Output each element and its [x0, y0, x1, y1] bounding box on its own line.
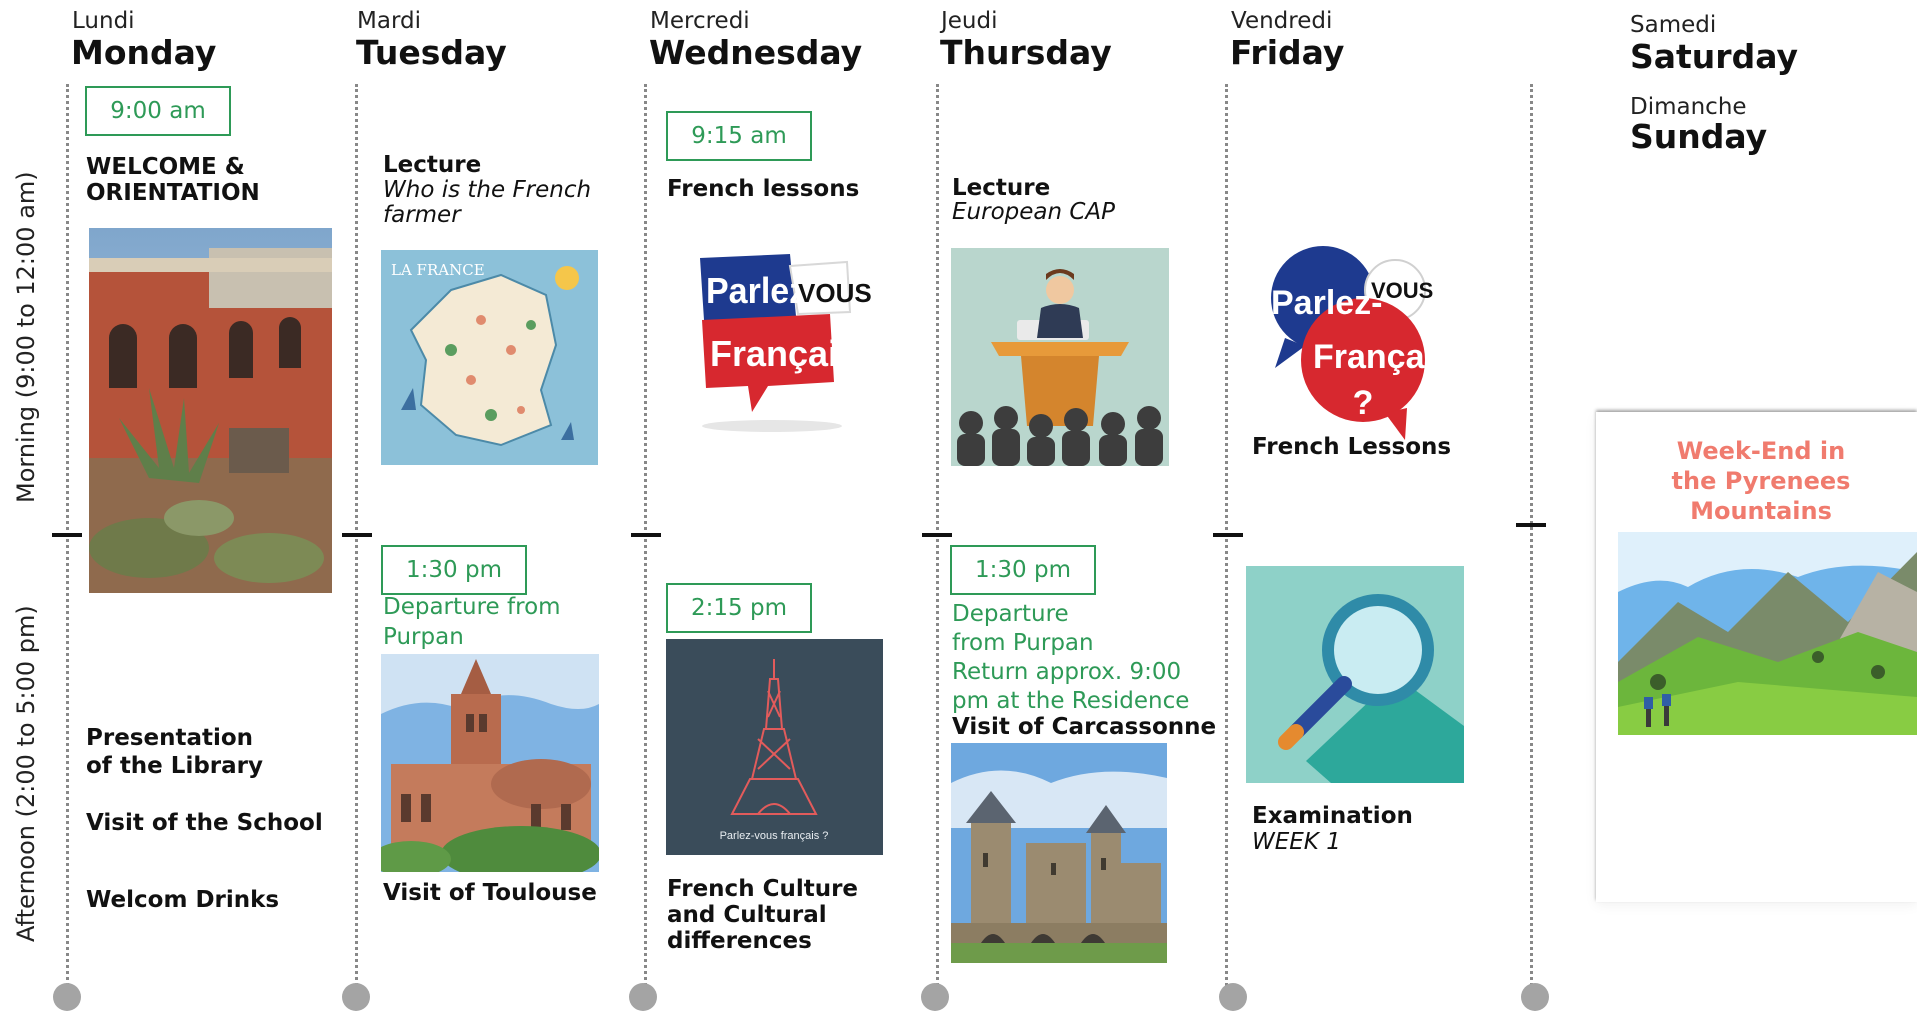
day-fr-tuesday: Mardi	[357, 8, 421, 34]
day-fr-monday: Lundi	[72, 8, 135, 34]
thursday-am-title: Lecture	[952, 175, 1051, 201]
midday-tick-saturday	[1516, 523, 1546, 527]
thursday-time-box: 1:30 pm	[950, 545, 1096, 595]
day-en-monday: Monday	[71, 33, 217, 72]
day-en-saturday: Saturday	[1630, 37, 1798, 76]
logo-line2: Français	[1313, 338, 1453, 376]
thursday-pm-departure: from Purpan	[952, 630, 1094, 656]
midday-tick-tuesday	[342, 533, 372, 537]
wednesday-pm-title: French Culture and Cultural differences	[667, 876, 859, 954]
thursday-pm-departure: Departure	[952, 601, 1069, 627]
pyrenees-image	[1618, 532, 1917, 735]
day-fr-thursday: Jeudi	[941, 8, 998, 34]
day-en-sunday: Sunday	[1630, 117, 1768, 156]
weekend-title-line: Week-End in	[1676, 437, 1846, 465]
friday-am-title: French Lessons	[1252, 434, 1452, 460]
friday-pm-title: Examination	[1252, 803, 1413, 829]
timeline-thursday	[936, 84, 939, 992]
parlez-vous-logo: Parlez- VOUS Français?	[672, 236, 874, 436]
monday-title: WELCOME & ORIENTATION	[86, 154, 260, 207]
tuesday-time-box: 1:30 pm	[381, 545, 527, 595]
day-fr-wednesday: Mercredi	[650, 8, 750, 34]
thursday-am-subtitle: European CAP	[952, 199, 1116, 225]
logo-line1: Parlez-	[1271, 284, 1383, 322]
lecturer-podium-image	[951, 248, 1169, 466]
weekend-title-line: Mountains	[1690, 497, 1832, 525]
midday-tick-thursday	[922, 533, 952, 537]
parlez-vous-logo-friday: Parlez- VOUS Français ?	[1235, 218, 1465, 443]
toulouse-basilica-image	[381, 654, 599, 872]
magnifier-image	[1246, 566, 1464, 783]
afternoon-label: Afternoon (2:00 to 5:00 pm)	[12, 605, 40, 942]
school-building-image	[89, 228, 332, 593]
france-map-image: LA FRANCE	[381, 250, 598, 465]
wednesday-time-box: 9:15 am	[666, 111, 812, 161]
day-en-tuesday: Tuesday	[356, 33, 507, 72]
morning-label: Morning (9:00 to 12:00 am)	[12, 171, 40, 503]
day-fr-saturday: Samedi	[1630, 12, 1717, 38]
day-fr-friday: Vendredi	[1231, 8, 1333, 34]
timeline-friday	[1225, 84, 1228, 992]
weekend-title-line: the Pyrenees	[1671, 467, 1851, 495]
midday-tick-monday	[52, 533, 82, 537]
weekend-title: Week-End in the Pyrenees Mountains	[1596, 436, 1917, 526]
monday-pm-item: Visit of the School	[86, 810, 323, 836]
wednesday-time-box-pm: 2:15 pm	[666, 583, 812, 633]
map-label: LA FRANCE	[391, 261, 485, 279]
eiffel-tower-image: Parlez-vous français ?	[666, 639, 883, 855]
logo-question: ?	[1353, 384, 1374, 422]
timeline-tuesday	[355, 84, 358, 992]
friday-pm-subtitle: WEEK 1	[1252, 829, 1341, 855]
tuesday-pm-departure: Departure from Purpan	[383, 594, 561, 650]
monday-pm-item: of the Library	[86, 753, 263, 779]
thursday-pm-return: Return approx. 9:00	[952, 659, 1182, 685]
tuesday-pm-title: Visit of Toulouse	[383, 880, 597, 906]
monday-pm-item: Presentation	[86, 725, 254, 751]
carcassonne-image	[951, 743, 1167, 963]
tower-caption: Parlez-vous français ?	[720, 830, 829, 842]
midday-tick-friday	[1213, 533, 1243, 537]
monday-time-box: 9:00 am	[85, 86, 231, 136]
thursday-pm-title: Visit of Carcassonne	[952, 714, 1217, 740]
day-fr-sunday: Dimanche	[1630, 94, 1747, 120]
day-en-thursday: Thursday	[940, 33, 1112, 72]
timeline-wednesday	[644, 84, 647, 992]
monday-pm-item: Welcom Drinks	[86, 887, 280, 913]
logo-line2: Français?	[710, 333, 874, 374]
day-en-friday: Friday	[1230, 33, 1345, 72]
logo-vous: VOUS	[1371, 278, 1433, 303]
logo-vous: VOUS	[798, 278, 872, 308]
midday-tick-wednesday	[631, 533, 661, 537]
timeline-saturday	[1530, 84, 1533, 992]
tuesday-am-subtitle: Who is the French farmer	[383, 177, 592, 229]
wednesday-am-title: French lessons	[667, 176, 860, 202]
weekend-card: Week-End in the Pyrenees Mountains	[1596, 412, 1917, 902]
thursday-pm-return: pm at the Residence	[952, 688, 1190, 714]
day-en-wednesday: Wednesday	[649, 33, 863, 72]
tuesday-am-title: Lecture	[383, 152, 482, 178]
timeline-monday	[66, 84, 69, 992]
